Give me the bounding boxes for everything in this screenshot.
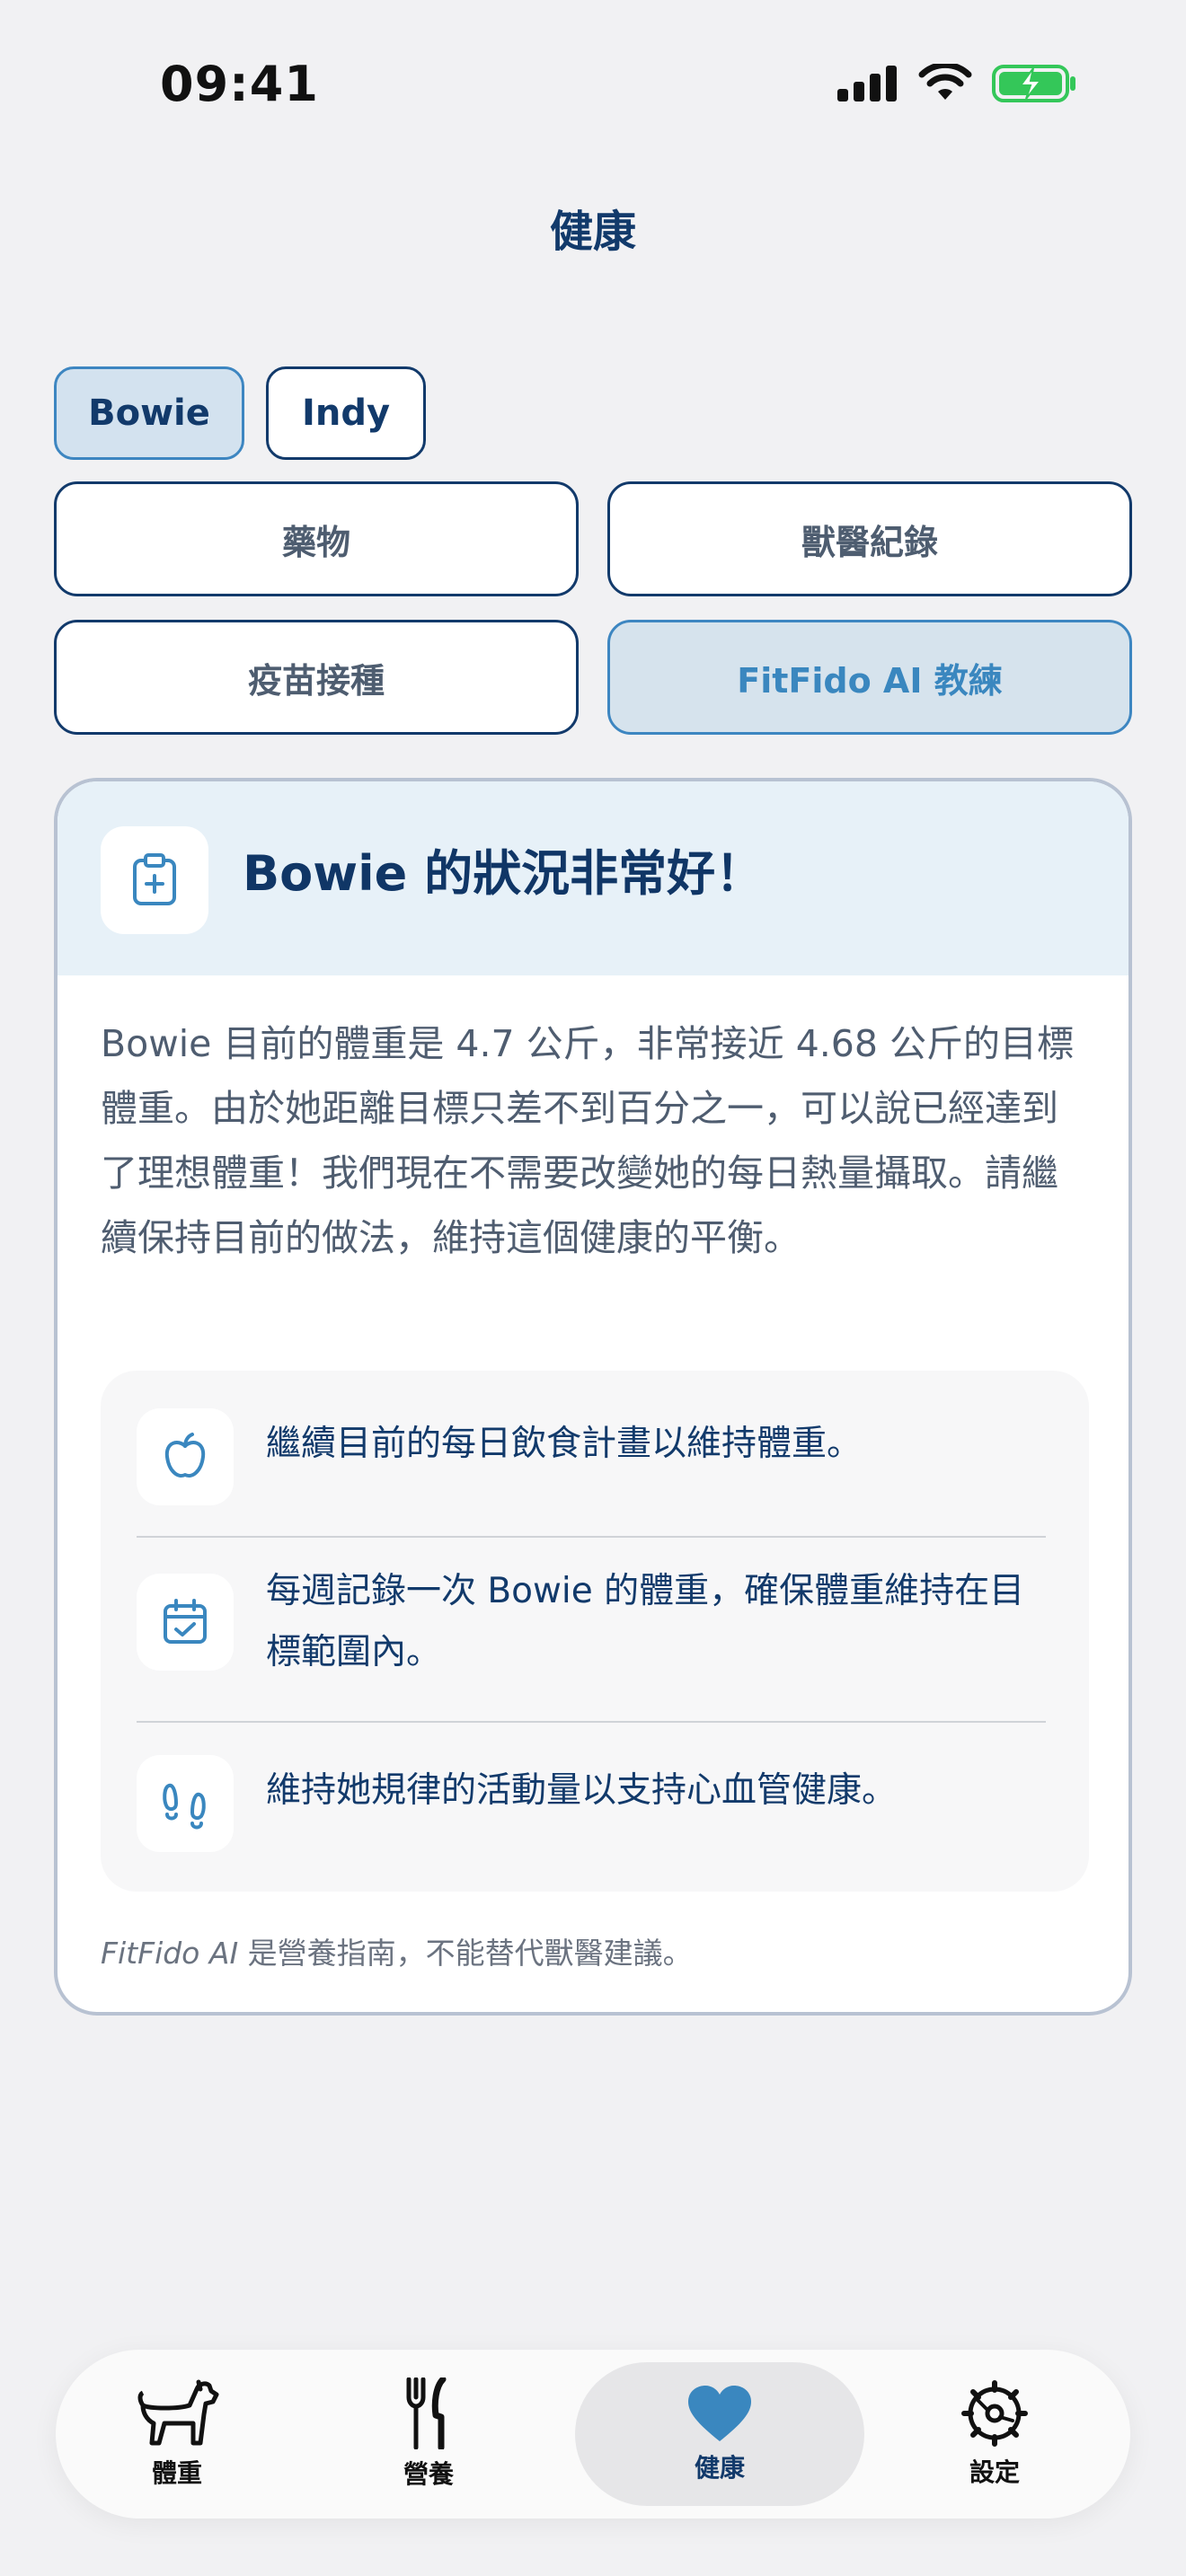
tab-settings[interactable]: 設定 — [906, 2350, 1084, 2519]
status-icons — [837, 63, 1078, 104]
cellular-signal-icon — [837, 66, 897, 101]
dog-icon — [137, 2379, 219, 2446]
tips-list: 繼續目前的每日飲食計畫以維持體重。 每週記錄一次 Bowie 的體重，確保體重維… — [101, 1371, 1089, 1892]
gear-icon — [961, 2380, 1028, 2447]
heart-icon — [688, 2386, 751, 2441]
battery-charging-icon — [992, 65, 1075, 102]
tip-text: 維持她規律的活動量以支持心血管健康。 — [266, 1770, 898, 1811]
tab-weight[interactable]: 體重 — [88, 2350, 266, 2519]
tab-health[interactable]: 健康 — [575, 2362, 864, 2506]
card-title: Bowie 的狀況非常好！ — [243, 845, 765, 902]
card-body-text: Bowie 目前的體重是 4.7 公斤，非常接近 4.68 公斤的目標體重。由於… — [101, 1022, 1075, 1259]
medication-button[interactable]: 藥物 — [54, 481, 579, 596]
vet-records-button[interactable]: 獸醫紀錄 — [607, 481, 1132, 596]
tab-label: 設定 — [969, 2457, 1020, 2487]
fork-knife-icon — [406, 2378, 447, 2449]
disclaimer-brand: FitFido AI — [101, 1936, 239, 1971]
status-time: 09:41 — [160, 56, 319, 112]
wifi-icon — [918, 64, 972, 100]
pet-selector-bowie[interactable]: Bowie — [54, 366, 244, 460]
vaccinations-button[interactable]: 疫苗接種 — [54, 620, 579, 735]
disclaimer-text: 是營養指南，不能替代獸醫建議。 — [238, 1936, 693, 1971]
tab-label: 健康 — [694, 2453, 745, 2483]
apple-icon — [137, 1408, 234, 1505]
tab-nutrition[interactable]: 營養 — [340, 2350, 518, 2519]
tab-bar: 體重 營養 健康 設定 — [56, 2350, 1130, 2519]
pet-selector-indy[interactable]: Indy — [266, 366, 426, 460]
footprints-icon — [137, 1755, 234, 1852]
status-bar: 09:41 — [0, 0, 1186, 171]
divider — [137, 1536, 1046, 1538]
ai-coach-button[interactable]: FitFido AI 教練 — [607, 620, 1132, 735]
card-header: Bowie 的狀況非常好！ — [58, 781, 1128, 975]
tab-label: 體重 — [151, 2458, 202, 2488]
tab-label: 營養 — [403, 2459, 454, 2489]
clipboard-plus-icon — [101, 826, 208, 934]
disclaimer: FitFido AI 是營養指南，不能替代獸醫建議。 — [101, 1929, 693, 1972]
calendar-check-icon — [137, 1574, 234, 1671]
tip-text: 繼續目前的每日飲食計畫以維持體重。 — [266, 1424, 863, 1464]
page-title: 健康 — [549, 207, 636, 257]
divider — [137, 1721, 1046, 1723]
tip-text: 每週記錄一次 Bowie 的體重，確保體重維持在目標範圍內。 — [266, 1571, 1025, 1672]
ai-coach-card: Bowie 的狀況非常好！ Bowie 目前的體重是 4.7 公斤，非常接近 4… — [54, 778, 1132, 2016]
